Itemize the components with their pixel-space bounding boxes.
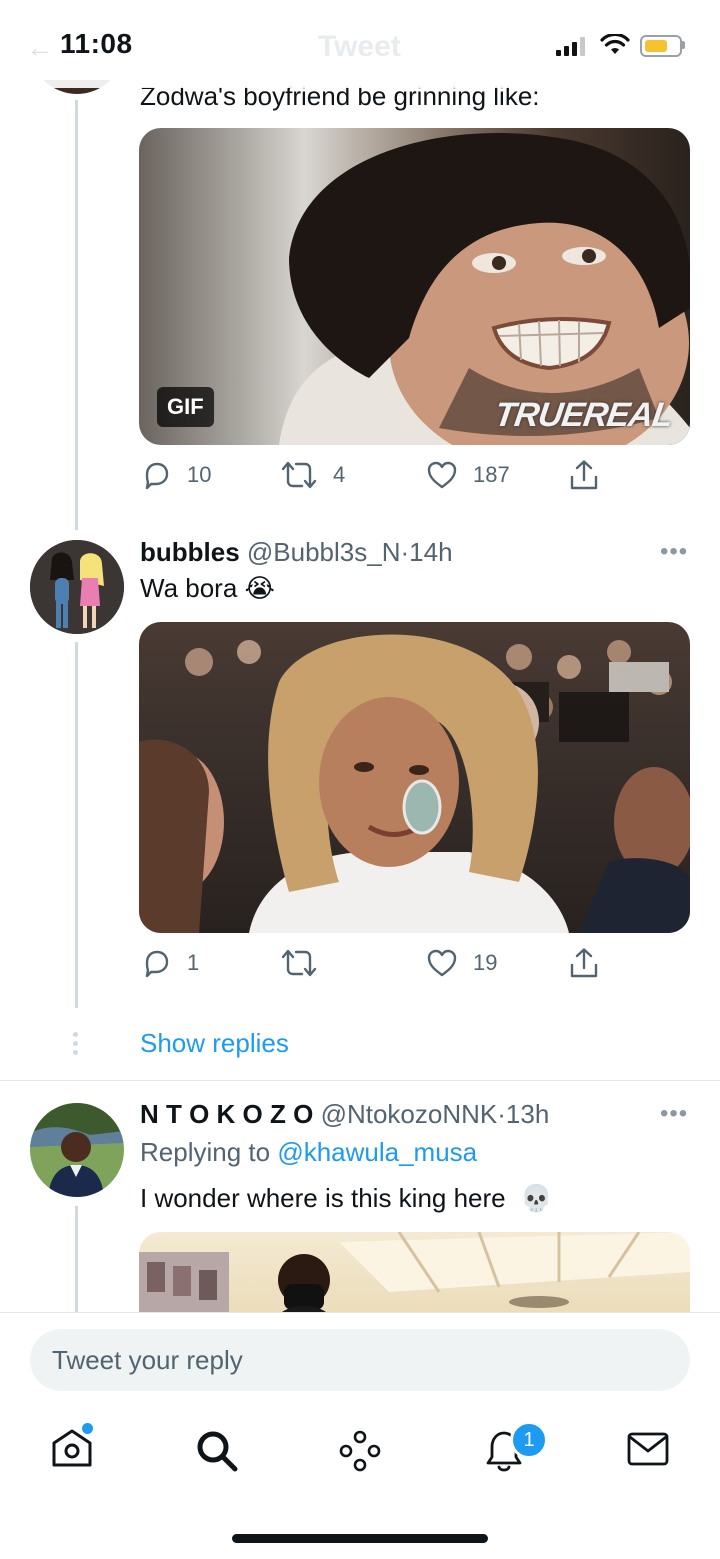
bottom-bar: Tweet your reply 1 — [0, 1312, 720, 1559]
reply-button[interactable]: 10 — [139, 458, 211, 492]
retweet-count: 4 — [333, 462, 346, 487]
dot-separator: · — [400, 537, 410, 567]
like-button[interactable]: 187 — [425, 458, 510, 492]
dot-separator: · — [497, 1099, 506, 1129]
crying-emoji: 😭 — [244, 573, 275, 603]
show-replies-link[interactable]: Show replies — [140, 1028, 289, 1059]
retweet-button[interactable] — [279, 946, 333, 980]
more-options-icon[interactable]: ••• — [660, 538, 688, 566]
header-title: Tweet — [318, 30, 401, 63]
tweet-time: 14h — [409, 537, 453, 567]
status-time: 11:08 — [60, 28, 133, 59]
tweet-gif[interactable]: GIF TRUEREAL — [139, 128, 690, 445]
replying-to-label: Replying to — [140, 1137, 271, 1167]
replying-to: Replying to @khawula_musa — [140, 1136, 477, 1168]
notifications-badge: 1 — [510, 1421, 548, 1459]
spaces-icon[interactable] — [338, 1429, 382, 1473]
tweet-text: Wa bora 😭 — [140, 572, 275, 604]
cellular-signal-icon — [556, 36, 590, 56]
reply-icon — [145, 462, 169, 490]
share-icon — [570, 948, 598, 978]
thread-dots-icon — [73, 1032, 79, 1056]
tweet-header: bubbles @Bubbl3s_N·14h — [140, 536, 453, 568]
tweet-text-body: I wonder where is this king here — [140, 1183, 506, 1213]
heart-icon — [427, 461, 457, 489]
gif-watermark: TRUEREAL — [492, 396, 675, 434]
messages-icon[interactable] — [626, 1429, 670, 1469]
reply-count: 1 — [187, 950, 200, 975]
skull-emoji: 💀 — [520, 1183, 553, 1213]
heart-icon — [427, 949, 457, 977]
reply-placeholder: Tweet your reply — [52, 1345, 243, 1375]
home-indicator — [232, 1534, 488, 1543]
thread-line — [75, 1206, 78, 1316]
retweet-icon — [281, 461, 317, 489]
share-icon — [570, 460, 598, 490]
home-new-dot — [82, 1423, 93, 1434]
image-illustration — [139, 634, 690, 933]
like-count: 187 — [473, 462, 510, 487]
reply-count: 10 — [187, 462, 212, 487]
search-icon[interactable] — [195, 1429, 239, 1473]
replying-to-link[interactable]: @khawula_musa — [277, 1137, 477, 1167]
tweet-actions: 10 4 187 — [139, 458, 690, 498]
avatar[interactable] — [30, 1103, 124, 1197]
tweet-time: 13h — [505, 1099, 550, 1129]
like-count: 19 — [473, 950, 498, 975]
share-button[interactable] — [567, 458, 601, 492]
share-button[interactable] — [567, 946, 601, 980]
reply-button[interactable]: 1 — [139, 946, 199, 980]
tweet-text-body: Wa bora — [140, 573, 238, 603]
thread-line — [75, 642, 78, 1008]
reply-composer[interactable]: Tweet your reply — [30, 1329, 690, 1391]
retweet-icon — [281, 949, 317, 977]
user-handle[interactable]: @Bubbl3s_N — [247, 537, 401, 567]
gif-badge: GIF — [157, 387, 214, 427]
reply-icon — [145, 950, 169, 978]
wifi-icon — [600, 34, 630, 54]
like-button[interactable]: 19 — [425, 946, 497, 980]
battery-icon — [640, 35, 682, 57]
more-options-icon[interactable]: ••• — [660, 1100, 688, 1128]
status-bar: ← Tweet 11:08 — [0, 0, 720, 88]
retweet-button[interactable]: 4 — [279, 458, 345, 492]
display-name[interactable]: N T O K O Z O — [140, 1099, 313, 1129]
tweet-header: N T O K O Z O @NtokozoNNK·13h — [140, 1098, 549, 1130]
display-name[interactable]: bubbles — [140, 537, 240, 567]
tweet-image[interactable] — [139, 622, 690, 933]
thread-line — [75, 100, 78, 530]
back-arrow-icon[interactable]: ← — [26, 32, 54, 64]
user-handle[interactable]: @NtokozoNNK — [321, 1099, 498, 1129]
tweet-actions: 1 19 — [139, 946, 690, 986]
avatar[interactable] — [30, 540, 124, 634]
tweet-text: I wonder where is this king here 💀 — [140, 1182, 552, 1214]
divider — [0, 1080, 720, 1081]
